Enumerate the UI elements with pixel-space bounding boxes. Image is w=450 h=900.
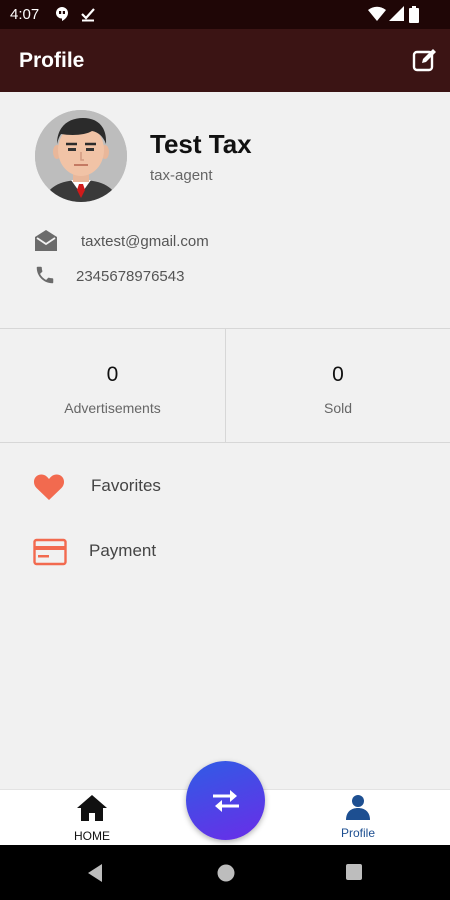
nav-profile[interactable]: Profile [318,790,398,846]
email-row: taxtest@gmail.com [34,229,424,255]
menu-item-label: Payment [89,541,157,560]
phone-row: 2345678976543 [34,264,424,290]
recents-icon[interactable] [345,863,363,886]
stat-label: Sold [323,400,353,416]
page-title: Profile [19,49,85,72]
home-icon [76,794,108,824]
person-icon [346,794,370,820]
stat-label: Advertisements [64,400,161,416]
stat-value: 0 [106,363,119,386]
edit-icon[interactable] [412,47,438,73]
hangouts-icon [54,6,70,27]
stats-panel: 0 Advertisements 0 Sold [0,328,450,443]
stat-sold[interactable]: 0 Sold [225,329,450,442]
wifi-icon [368,6,386,27]
back-icon[interactable] [86,863,104,888]
system-nav-bar [0,845,450,900]
profile-role: tax-agent [150,167,213,184]
check-icon [80,6,96,27]
menu-item-favorites[interactable]: Favorites [0,462,450,512]
status-bar: 4:07 [0,0,450,29]
mail-icon [34,229,58,253]
menu-item-payment[interactable]: Payment [0,527,450,577]
heart-icon [33,473,67,503]
stat-value: 0 [332,363,344,386]
phone-icon [34,264,58,288]
battery-icon [409,6,419,28]
nav-profile-label: Profile [340,826,375,840]
credit-card-icon [33,538,67,568]
profile-email: taxtest@gmail.com [81,233,209,250]
status-time: 4:07 [10,6,40,23]
swap-fab-button[interactable] [186,761,265,840]
avatar [35,110,127,202]
nav-home[interactable]: HOME [52,790,132,846]
nav-home-label: HOME [74,829,110,843]
app-bar: Profile [0,29,450,92]
signal-icon [389,6,404,27]
profile-name: Test Tax [150,129,252,159]
stat-advertisements[interactable]: 0 Advertisements [0,329,225,442]
home-circle-icon[interactable] [216,863,236,888]
menu-item-label: Favorites [91,476,161,495]
profile-phone: 2345678976543 [76,268,185,285]
